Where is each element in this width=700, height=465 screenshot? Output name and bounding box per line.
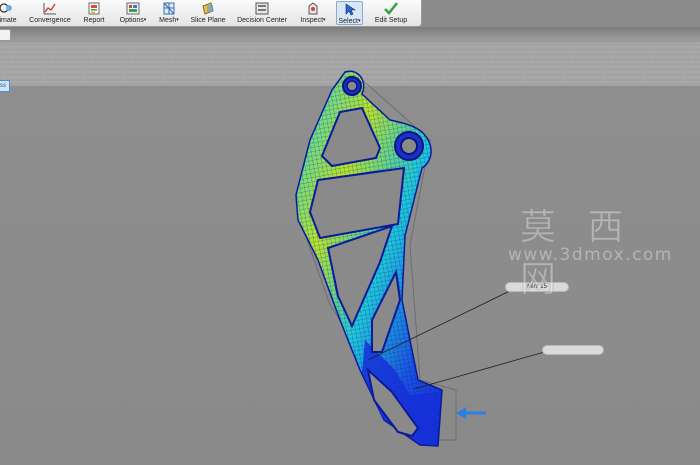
mesh-button[interactable]: Mesh▾: [155, 1, 183, 25]
animate-label: imate: [0, 17, 17, 24]
options-button[interactable]: Options▾: [117, 1, 149, 25]
decision-center-icon: [255, 2, 269, 15]
convergence-label: Convergence: [29, 17, 71, 24]
decision-center-button[interactable]: Decision Center: [234, 1, 290, 25]
options-icon: [126, 2, 140, 15]
report-button[interactable]: Report: [80, 1, 108, 25]
probe-label[interactable]: [542, 345, 604, 355]
checkmark-icon: [384, 2, 398, 15]
collapse-tab[interactable]: [0, 29, 11, 41]
mesh-label: Mesh▾: [159, 17, 179, 24]
inspect-label: Inspect▾: [300, 17, 326, 24]
select-cursor-icon: [345, 3, 356, 16]
convergence-button[interactable]: Convergence: [28, 1, 72, 25]
slice-plane-label: Slice Plane: [190, 17, 226, 24]
convergence-chart-icon: [43, 3, 56, 15]
report-icon: [88, 2, 100, 15]
browser-tab[interactable]: ss: [0, 80, 10, 92]
select-label: Select▾: [338, 18, 361, 25]
load-arrow-icon[interactable]: [456, 407, 486, 419]
slice-plane-icon: [202, 2, 214, 15]
slice-plane-button[interactable]: Slice Plane: [189, 1, 227, 25]
inspect-icon: [308, 2, 318, 15]
report-label: Report: [83, 17, 105, 24]
bracket-part[interactable]: [295, 70, 443, 447]
watermark-url: www.3dmox.com: [508, 245, 673, 265]
ribbon-toolbar: imate Convergence Report Options▾ Mesh▾ …: [0, 0, 422, 27]
animate-icon: [0, 3, 12, 13]
decision-center-label: Decision Center: [237, 17, 287, 24]
edit-setup-button[interactable]: Edit Setup: [370, 1, 412, 25]
animate-button[interactable]: imate: [0, 1, 20, 25]
select-button[interactable]: Select▾: [336, 1, 363, 25]
edit-setup-label: Edit Setup: [374, 17, 408, 24]
probe-leader-2: [413, 350, 549, 390]
options-label: Options▾: [119, 17, 147, 24]
inspect-button[interactable]: Inspect▾: [297, 1, 329, 25]
mesh-icon: [163, 2, 175, 15]
